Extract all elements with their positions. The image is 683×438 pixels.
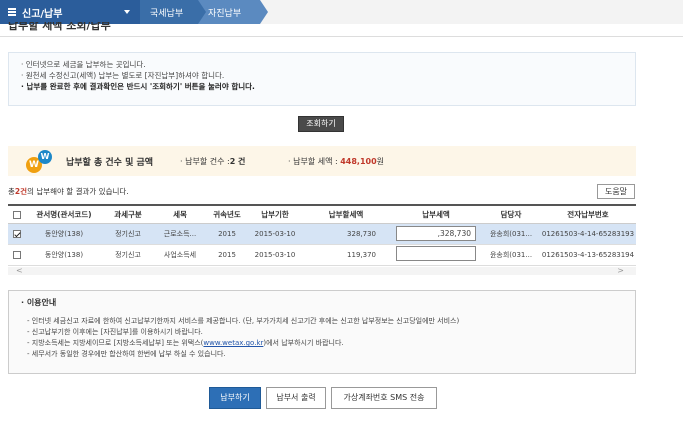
cell-manager: 윤송희(031... — [482, 244, 540, 266]
chevron-left-icon[interactable]: < — [16, 267, 23, 275]
divider — [0, 36, 683, 37]
summary-count: · 납부할 건수 :2 건 — [180, 156, 246, 166]
cell-year: 2015 — [206, 244, 248, 266]
print-bill-button[interactable]: 납부서 출력 — [266, 387, 326, 409]
chevron-right-icon[interactable]: > — [617, 267, 624, 275]
column-header: 납부기한 — [248, 204, 302, 224]
select-all-checkbox[interactable] — [8, 204, 26, 224]
chevron-right-icon — [260, 0, 268, 24]
usage-notice: · 이용안내 인터넷 세금신고 자료에 한하여 신고납부기한까지 서비스를 제공… — [8, 290, 636, 374]
column-header: 납부할세액 — [302, 204, 390, 224]
cell-pay-amount: ,328,730 — [390, 223, 482, 245]
sms-virtual-account-button[interactable]: 가상계좌번호 SMS 전송 — [331, 387, 437, 409]
query-button[interactable]: 조회하기 — [298, 116, 344, 132]
column-header: 세목 — [154, 204, 206, 224]
cell-due: 2015-03-10 — [248, 244, 302, 266]
notice-item: 신고납부기한 이후에는 [자진납부]를 이용하시기 바랍니다. — [27, 327, 623, 338]
summary-amount: · 납부할 세액 : 448,100원 — [288, 156, 385, 166]
cell-tax: 근로소득... — [154, 223, 206, 245]
cell-office: 동안양(138) — [26, 244, 102, 266]
info-box: 인터넷으로 세금을 납부하는 곳입니다. 원천세 수정신고(세액) 납부는 별도… — [8, 52, 636, 106]
breadcrumb-self-payment[interactable]: 자진납부 — [198, 0, 268, 24]
notice-item: 세무서가 동일한 경우에만 합산하여 한번에 납부 하실 수 있습니다. — [27, 349, 623, 360]
pay-amount-input[interactable] — [396, 246, 476, 261]
pay-amount-input[interactable]: ,328,730 — [396, 226, 476, 241]
row-checkbox[interactable] — [8, 223, 26, 245]
won-coin-icon: W W — [8, 146, 58, 176]
cell-manager: 윤송희(031... — [482, 223, 540, 245]
cell-due: 2015-03-10 — [248, 223, 302, 245]
cell-epay-no: 01261503-4-13-65283194 — [540, 244, 636, 266]
breadcrumb-national-tax-payment[interactable]: 국세납부 — [140, 0, 206, 24]
pay-button[interactable]: 납부하기 — [209, 387, 261, 409]
notice-list: 인터넷 세금신고 자료에 한하여 신고납부기한까지 서비스를 제공합니다. (단… — [21, 316, 623, 360]
table-header-row: 관서명(관서코드) 과세구분 세목 귀속년도 납부기한 납부할세액 납부세액 담… — [8, 204, 636, 224]
page-title: 납부할 세액 조회/납부 — [8, 22, 111, 32]
main-menu-label: 신고/납부 — [22, 8, 63, 20]
notice-item: 인터넷 세금신고 자료에 한하여 신고납부기한까지 서비스를 제공합니다. (단… — [27, 316, 623, 327]
hamburger-icon — [8, 7, 16, 18]
breadcrumb-label: 자진납부 — [208, 8, 242, 19]
cell-pay-amount — [390, 244, 482, 266]
cell-epay-no: 01261503-4-14-65283193 — [540, 223, 636, 245]
info-item: 원천세 수정신고(세액) 납부는 별도로 [자진납부]하셔야 합니다. — [21, 70, 623, 81]
column-header: 담당자 — [482, 204, 540, 224]
column-header: 귀속년도 — [206, 204, 248, 224]
wetax-link[interactable]: www.wetax.go.kr — [203, 339, 263, 347]
cell-amount: 119,370 — [302, 244, 390, 266]
chevron-right-icon — [198, 0, 206, 24]
summary-title: 납부할 총 건수 및 금액 — [66, 157, 154, 168]
cell-type: 정기신고 — [102, 223, 154, 245]
horizontal-scrollbar[interactable]: < > — [8, 267, 636, 275]
table-row[interactable]: 동안양(138) 정기신고 근로소득... 2015 2015-03-10 32… — [8, 223, 636, 245]
info-item: 납부를 완료한 후에 결과확인은 반드시 '조회하기' 버튼을 눌러야 합니다. — [21, 81, 623, 92]
notice-item: 지방소득세는 지방세이므로 [지방소득세납부] 또는 위택스(www.wetax… — [27, 338, 623, 349]
payment-summary: W W 납부할 총 건수 및 금액 · 납부할 건수 :2 건 · 납부할 세액… — [8, 146, 636, 176]
column-header: 관서명(관서코드) — [26, 204, 102, 224]
notice-title: · 이용안내 — [21, 298, 57, 307]
cell-type: 정기신고 — [102, 244, 154, 266]
cell-year: 2015 — [206, 223, 248, 245]
cell-office: 동안양(138) — [26, 223, 102, 245]
result-count-text: 총2건의 납부해야 할 결과가 있습니다. — [8, 187, 129, 196]
help-button[interactable]: 도움말 — [597, 184, 635, 199]
info-item: 인터넷으로 세금을 납부하는 곳입니다. — [21, 59, 623, 70]
main-menu-button[interactable]: 신고/납부 — [0, 0, 140, 24]
breadcrumb-label: 국세납부 — [150, 8, 184, 19]
row-checkbox[interactable] — [8, 244, 26, 266]
payment-table: 관서명(관서코드) 과세구분 세목 귀속년도 납부기한 납부할세액 납부세액 담… — [8, 204, 636, 266]
caret-down-icon — [124, 10, 130, 14]
table-row[interactable]: 동안양(138) 정기신고 사업소득세 2015 2015-03-10 119,… — [8, 244, 636, 266]
cell-amount: 328,730 — [302, 223, 390, 245]
top-navigation: 신고/납부 국세납부 자진납부 — [0, 0, 683, 24]
column-header: 과세구분 — [102, 204, 154, 224]
cell-tax: 사업소득세 — [154, 244, 206, 266]
column-header: 납부세액 — [390, 204, 482, 224]
column-header: 전자납부번호 — [540, 204, 636, 224]
